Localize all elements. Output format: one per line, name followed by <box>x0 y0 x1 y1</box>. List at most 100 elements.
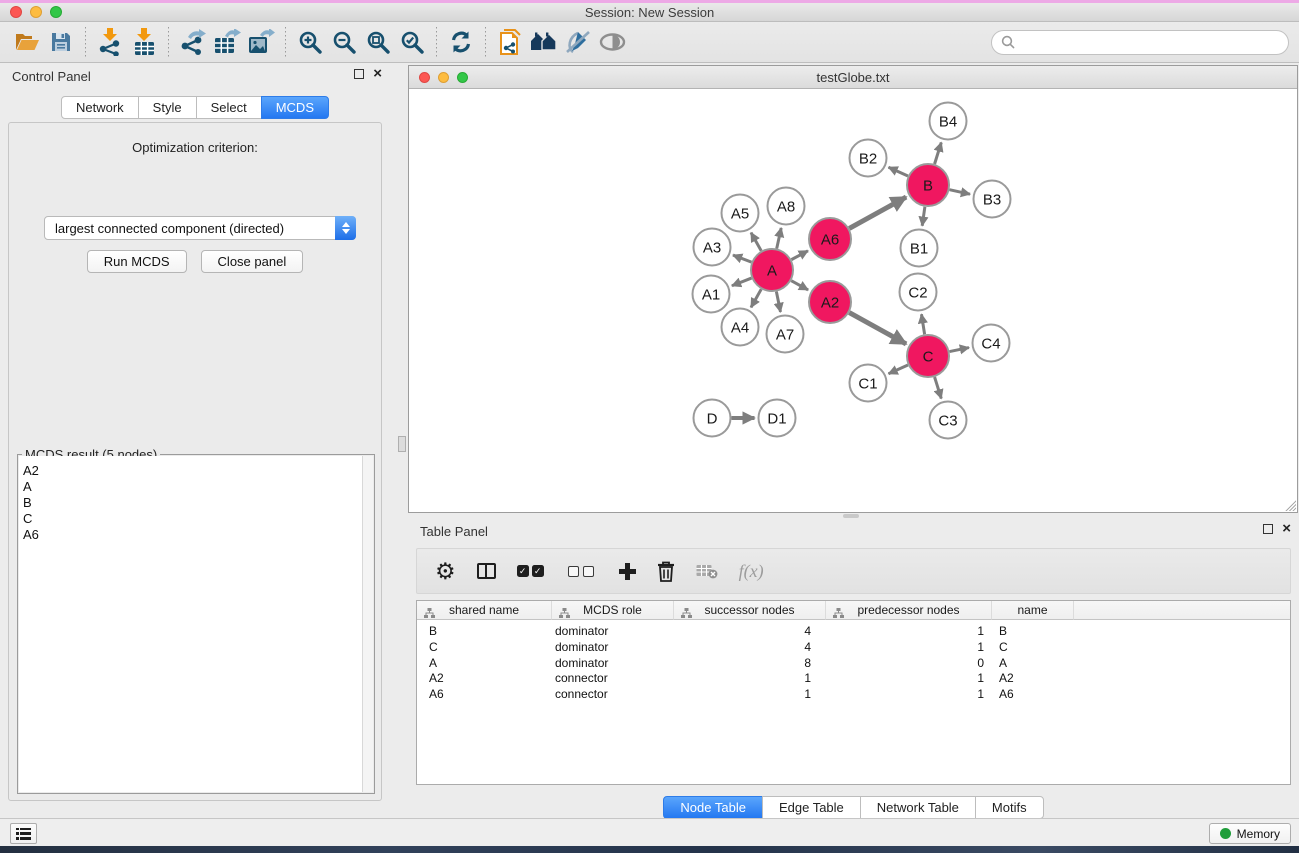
table-cell[interactable]: dominator <box>552 640 674 656</box>
table-cell[interactable]: B <box>992 624 1074 640</box>
table-row[interactable]: A6connector11A6 <box>417 687 1290 703</box>
graph-edge-A-A4[interactable] <box>751 289 761 307</box>
graph-node-A8[interactable]: A8 <box>768 188 805 225</box>
graph-node-A1[interactable]: A1 <box>693 276 730 313</box>
zoom-fit-button[interactable] <box>361 26 395 58</box>
network-canvas[interactable]: B4B2BB3A8A5A6A3B1AC2A1A2A4A7C4CC1C3DD1 <box>409 89 1297 512</box>
graph-node-B4[interactable]: B4 <box>930 103 967 140</box>
column-header-shared-name[interactable]: shared name <box>417 601 552 620</box>
table-cell[interactable]: 4 <box>674 640 826 656</box>
zoom-out-button[interactable] <box>327 26 361 58</box>
table-cell[interactable]: 4 <box>674 624 826 640</box>
home-button[interactable] <box>527 26 561 58</box>
memory-button[interactable]: Memory <box>1209 823 1291 844</box>
table-cell[interactable]: A2 <box>417 671 552 687</box>
graph-node-A4[interactable]: A4 <box>722 309 759 346</box>
column-header-predecessor-nodes[interactable]: predecessor nodes <box>826 601 992 620</box>
table-cell[interactable]: A6 <box>992 687 1074 703</box>
tab-network-table[interactable]: Network Table <box>860 796 976 819</box>
graph-node-C2[interactable]: C2 <box>900 274 937 311</box>
table-cell[interactable]: 1 <box>826 624 992 640</box>
graph-node-A6[interactable]: A6 <box>809 218 851 260</box>
tab-mcds[interactable]: MCDS <box>261 96 329 119</box>
tab-node-table[interactable]: Node Table <box>663 796 763 819</box>
column-header-MCDS-role[interactable]: MCDS role <box>552 601 674 620</box>
table-cell[interactable]: A2 <box>992 671 1074 687</box>
table-cell[interactable]: C <box>417 640 552 656</box>
column-header-name[interactable]: name <box>992 601 1074 620</box>
save-session-button[interactable] <box>44 26 78 58</box>
style-pen-button[interactable] <box>561 26 595 58</box>
graph-node-A3[interactable]: A3 <box>694 229 731 266</box>
table-row[interactable]: Bdominator41B <box>417 624 1290 640</box>
table-cell[interactable]: 1 <box>674 687 826 703</box>
close-panel-button[interactable]: Close panel <box>201 250 304 273</box>
tab-style[interactable]: Style <box>138 96 197 119</box>
mcds-result-item[interactable]: A <box>19 479 373 495</box>
graph-edge-C-C3[interactable] <box>935 377 942 399</box>
table-cell[interactable]: A <box>417 656 552 672</box>
tab-network[interactable]: Network <box>61 96 139 119</box>
table-cell[interactable]: 8 <box>674 656 826 672</box>
table-cell[interactable]: 1 <box>826 687 992 703</box>
export-image-button[interactable] <box>244 26 278 58</box>
table-row[interactable]: A2connector11A2 <box>417 671 1290 687</box>
graph-node-B2[interactable]: B2 <box>850 140 887 177</box>
graph-node-C[interactable]: C <box>907 335 949 377</box>
table-cell[interactable]: C <box>992 640 1074 656</box>
mcds-result-item[interactable]: C <box>19 511 373 527</box>
graph-node-B[interactable]: B <box>907 164 949 206</box>
run-mcds-button[interactable]: Run MCDS <box>87 250 187 273</box>
graph-node-D[interactable]: D <box>694 400 731 437</box>
table-cell[interactable]: 1 <box>826 671 992 687</box>
graph-edge-A-A8[interactable] <box>777 228 781 249</box>
resize-grip-icon[interactable] <box>1283 498 1296 511</box>
graph-edge-C-C2[interactable] <box>921 314 924 334</box>
zoom-selected-button[interactable] <box>395 26 429 58</box>
graph-edge-C-C1[interactable] <box>889 365 908 374</box>
graph-node-B3[interactable]: B3 <box>974 181 1011 218</box>
add-column-button[interactable] <box>619 556 636 586</box>
graph-edge-A-A2[interactable] <box>791 281 808 290</box>
table-cell[interactable]: connector <box>552 687 674 703</box>
table-cell[interactable]: A <box>992 656 1074 672</box>
select-all-columns-button[interactable]: ✓✓ <box>517 556 547 586</box>
split-pane-handle[interactable] <box>398 436 406 452</box>
table-cell[interactable]: dominator <box>552 624 674 640</box>
mcds-list-scrollbar[interactable] <box>362 456 373 792</box>
graph-node-A2[interactable]: A2 <box>809 281 851 323</box>
close-table-panel-icon[interactable]: × <box>1282 524 1291 534</box>
mcds-result-item[interactable]: A6 <box>19 527 373 543</box>
graph-edge-C-C4[interactable] <box>950 348 969 352</box>
graph-edge-B-B3[interactable] <box>949 190 970 194</box>
graph-edge-B-B2[interactable] <box>889 167 908 176</box>
table-cell[interactable]: 1 <box>826 640 992 656</box>
graph-node-A7[interactable]: A7 <box>767 316 804 353</box>
mcds-result-item[interactable]: B <box>19 495 373 511</box>
show-hide-button[interactable] <box>595 26 629 58</box>
graph-edge-A-A3[interactable] <box>733 255 751 262</box>
graph-edge-A-A6[interactable] <box>791 251 808 260</box>
search-text-field[interactable] <box>1020 35 1279 50</box>
graph-node-C4[interactable]: C4 <box>973 325 1010 362</box>
table-row[interactable]: Adominator80A <box>417 656 1290 672</box>
graph-node-C1[interactable]: C1 <box>850 365 887 402</box>
table-cell[interactable]: 1 <box>674 671 826 687</box>
export-network-button[interactable] <box>176 26 210 58</box>
graph-edge-A-A1[interactable] <box>732 278 752 286</box>
graph-edge-B-B1[interactable] <box>922 207 925 226</box>
optimization-criterion-dropdown[interactable]: largest connected component (directed) <box>44 216 356 240</box>
graph-edge-B-B4[interactable] <box>935 142 942 164</box>
graph-edge-A-A5[interactable] <box>751 233 761 251</box>
graph-node-C3[interactable]: C3 <box>930 402 967 439</box>
import-network-button[interactable] <box>93 26 127 58</box>
graph-edge-A6-B[interactable] <box>849 197 906 228</box>
show-column-button[interactable] <box>477 556 496 586</box>
function-builder-button[interactable]: f(x) <box>739 556 764 586</box>
deselect-all-columns-button[interactable] <box>568 556 598 586</box>
delete-column-button[interactable] <box>657 556 675 586</box>
zoom-in-button[interactable] <box>293 26 327 58</box>
graph-edge-A-A7[interactable] <box>776 292 780 312</box>
apply-layout-button[interactable] <box>444 26 478 58</box>
table-cell[interactable]: 0 <box>826 656 992 672</box>
